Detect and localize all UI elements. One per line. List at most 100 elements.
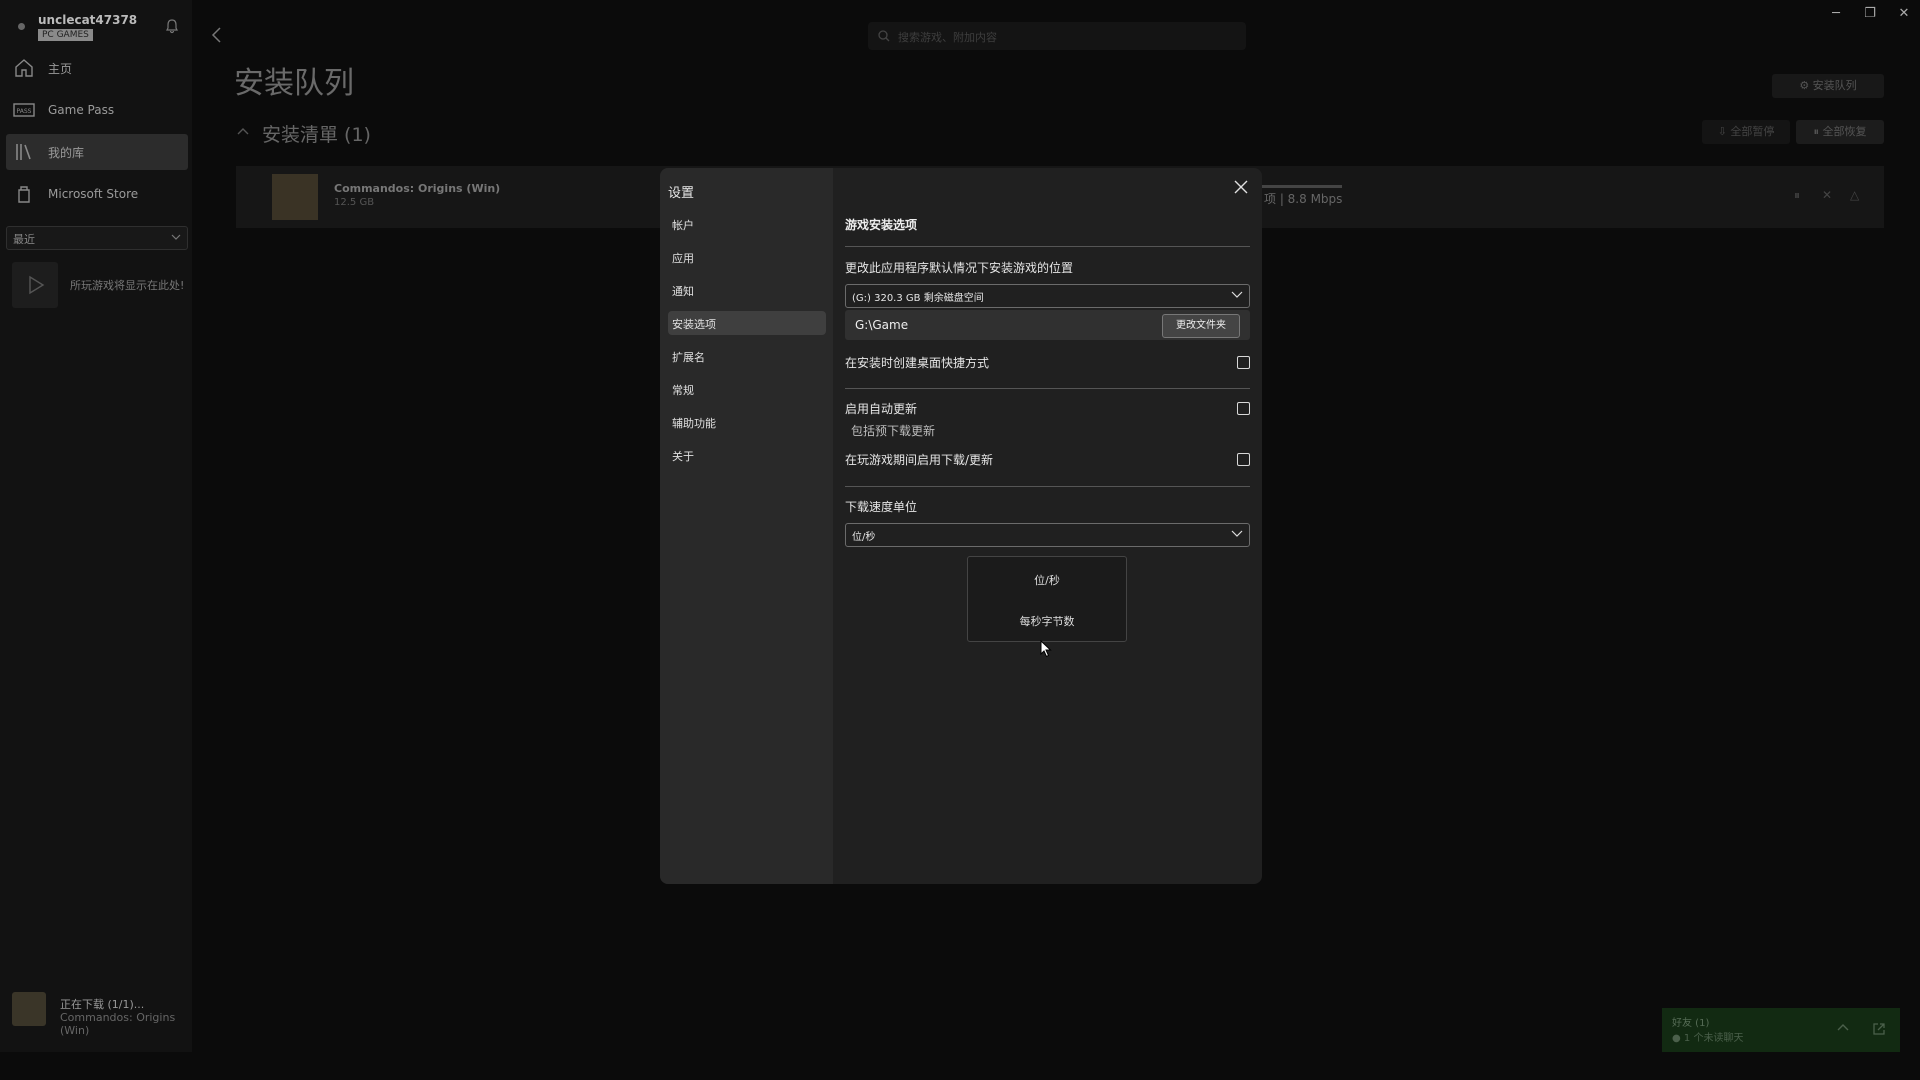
downloading-game-name: Commandos: Origins (Win) [60, 1011, 176, 1037]
install-location-label: 更改此应用程序默认情况下安装游戏的位置 [845, 261, 1074, 275]
game-thumbnail [272, 174, 318, 220]
speed-unit-option-bits[interactable]: 位/秒 [968, 572, 1126, 588]
chevron-down-icon [171, 233, 181, 241]
settings-nav-extensions[interactable]: 扩展名 [668, 344, 826, 368]
user-name: unclecat47378 [38, 13, 138, 27]
home-icon [12, 56, 36, 80]
preload-updates-label: 包括预下载更新 [851, 424, 936, 438]
settings-nav-label: 通知 [672, 285, 694, 298]
sidebar-item-label: 主页 [48, 61, 73, 76]
search-input[interactable]: 搜索游戏、附加内容 [868, 22, 1246, 50]
queue-options-label: 安装队列 [1812, 79, 1857, 92]
download-progress-bar [1262, 185, 1342, 188]
section-title: 游戏安装选项 [845, 218, 918, 232]
sidebar-item-store[interactable]: Microsoft Store [6, 176, 188, 212]
desktop-shortcut-label: 在安装时创建桌面快捷方式 [845, 356, 990, 370]
close-icon[interactable] [1234, 180, 1248, 194]
auto-update-label: 启用自动更新 [845, 402, 918, 416]
sidebar-item-label: Game Pass [48, 103, 115, 117]
settings-dialog: 设置 帐户 应用 通知 安装选项 扩展名 常规 辅助功能 关于 游戏安装选项 更… [660, 168, 1262, 884]
pause-icon[interactable]: ⏸ [1794, 188, 1800, 203]
sidebar-item-game-pass[interactable]: PASS Game Pass [6, 92, 188, 128]
window-close-button[interactable]: ✕ [1894, 6, 1914, 21]
download-during-play-label: 在玩游戏期间启用下载/更新 [845, 453, 994, 467]
cancel-icon[interactable]: ✕ [1822, 188, 1832, 202]
settings-nav: 设置 帐户 应用 通知 安装选项 扩展名 常规 辅助功能 关于 [660, 168, 833, 884]
download-thumbnail[interactable] [12, 992, 46, 1026]
speed-unit-value: 位/秒 [852, 532, 876, 543]
page-title: 安装队列 [234, 66, 354, 101]
user-profile[interactable]: unclecat47378 PC GAMES [14, 12, 184, 46]
library-icon [12, 140, 36, 164]
desktop-shortcut-checkbox[interactable] [1237, 356, 1250, 369]
resume-all-button[interactable]: ⏸ 全部恢复 [1796, 120, 1884, 144]
pause-all-button[interactable]: ⇩ 全部暂停 [1702, 120, 1790, 144]
settings-nav-app[interactable]: 应用 [668, 245, 826, 269]
settings-title: 设置 [668, 186, 695, 201]
download-during-play-checkbox[interactable] [1237, 453, 1250, 466]
download-speed: 项 | 8.8 Mbps [1264, 192, 1343, 206]
drive-select-value: (G:) 320.3 GB 剩余磁盘空间 [852, 293, 984, 304]
friends-title: 好友 (1) [1672, 1018, 1710, 1029]
presence-dot [18, 23, 25, 30]
friends-panel[interactable]: 好友 (1) ● 1 个未读聊天 [1662, 1008, 1900, 1052]
install-path-row: G:\Game 更改文件夹 [845, 310, 1250, 340]
speed-unit-label: 下载速度单位 [845, 500, 918, 514]
search-icon [878, 30, 890, 42]
settings-nav-about[interactable]: 关于 [668, 443, 826, 467]
settings-nav-label: 关于 [672, 450, 694, 463]
restore-button[interactable]: ❐ [1860, 6, 1880, 21]
minimize-button[interactable]: ─ [1826, 6, 1846, 21]
search-placeholder: 搜索游戏、附加内容 [898, 31, 997, 44]
settings-nav-accessibility[interactable]: 辅助功能 [668, 410, 826, 434]
divider [845, 486, 1250, 487]
speed-unit-option-bytes[interactable]: 每秒字节数 [968, 613, 1126, 629]
sidebar-item-label: Microsoft Store [48, 187, 139, 201]
speed-unit-select[interactable]: 位/秒 [845, 523, 1250, 547]
queue-options-button[interactable]: ⚙ 安装队列 [1772, 74, 1884, 98]
settings-nav-label: 安装选项 [672, 318, 716, 331]
recent-filter-label: 最近 [13, 233, 35, 246]
settings-nav-label: 辅助功能 [672, 417, 716, 430]
divider [845, 388, 1250, 389]
chevron-down-icon [1231, 291, 1243, 299]
settings-nav-install-options[interactable]: 安装选项 [668, 311, 826, 335]
settings-nav-label: 常规 [672, 384, 694, 397]
store-icon [12, 182, 36, 206]
settings-nav-label: 扩展名 [672, 351, 705, 364]
divider [845, 246, 1250, 247]
resume-all-label: 全部恢复 [1822, 125, 1867, 138]
speed-unit-dropdown: 位/秒 每秒字节数 [967, 556, 1127, 642]
play-icon [29, 275, 45, 295]
install-path-value: G:\Game [855, 318, 909, 332]
game-name: Commandos: Origins (Win) [334, 182, 501, 195]
drive-select[interactable]: (G:) 320.3 GB 剩余磁盘空间 [845, 284, 1250, 308]
user-badge: PC GAMES [38, 29, 93, 41]
install-list-title: 安装清單 (1) [262, 124, 371, 146]
settings-nav-general[interactable]: 常规 [668, 377, 826, 401]
friends-status: ● 1 个未读聊天 [1672, 1033, 1744, 1044]
sidebar-item-label: 我的库 [48, 145, 85, 160]
settings-nav-label: 帐户 [672, 219, 694, 232]
sidebar-item-home[interactable]: 主页 [6, 50, 188, 86]
settings-nav-account[interactable]: 帐户 [668, 212, 826, 236]
mouse-cursor-icon [1040, 640, 1052, 658]
chevron-up-icon[interactable] [236, 126, 250, 136]
bell-icon[interactable] [164, 18, 180, 34]
chevron-up-icon[interactable] [1836, 1022, 1850, 1032]
settings-nav-label: 应用 [672, 252, 694, 265]
recent-filter-select[interactable]: 最近 [6, 226, 188, 250]
svg-text:PASS: PASS [17, 108, 32, 115]
settings-nav-notifications[interactable]: 通知 [668, 278, 826, 302]
popout-icon[interactable] [1872, 1022, 1886, 1036]
downloading-status[interactable]: 正在下载 (1/1)... [60, 996, 144, 1012]
game-pass-icon: PASS [12, 98, 36, 122]
change-folder-button[interactable]: 更改文件夹 [1162, 314, 1240, 338]
sidebar-item-library[interactable]: 我的库 [6, 134, 188, 170]
back-arrow-icon[interactable] [210, 26, 224, 44]
pause-all-label: 全部暂停 [1730, 125, 1775, 138]
recent-empty-text: 所玩游戏将显示在此处! [70, 279, 185, 292]
move-up-icon[interactable]: △ [1850, 188, 1859, 202]
auto-update-checkbox[interactable] [1237, 402, 1250, 415]
game-size: 12.5 GB [334, 197, 375, 208]
